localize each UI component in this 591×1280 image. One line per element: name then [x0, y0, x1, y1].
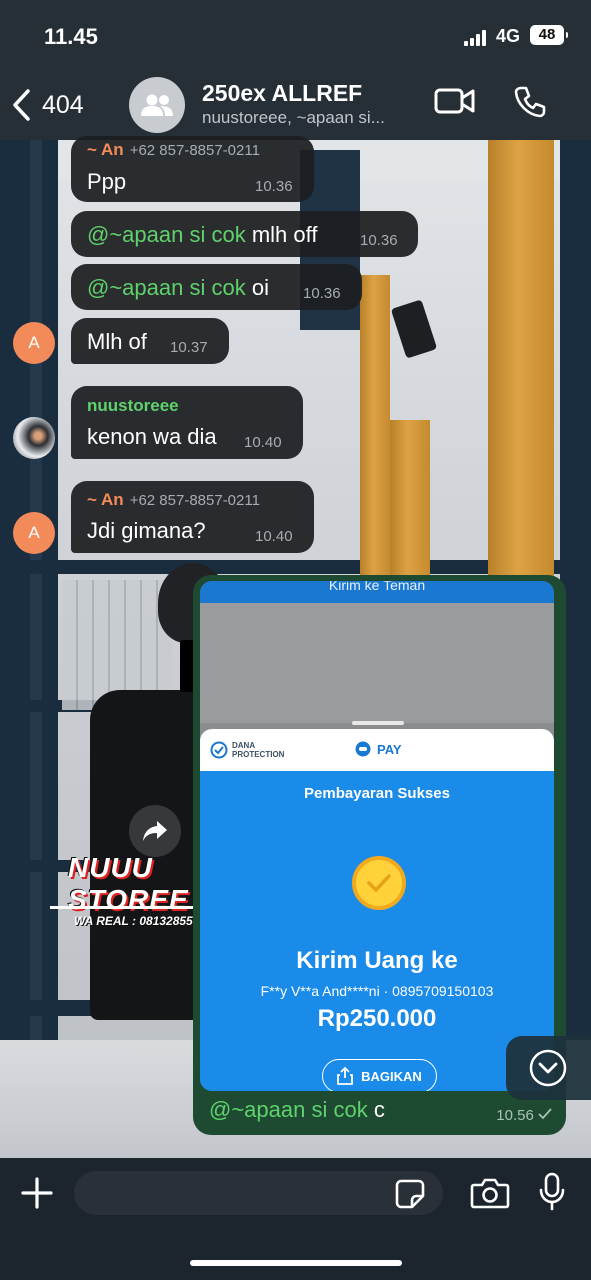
message-time: 10.56 — [496, 1107, 552, 1124]
message-time: 10.37 — [170, 339, 208, 356]
check-icon — [538, 1108, 552, 1120]
status-bar: 11.45 4G 48 — [0, 0, 591, 72]
payment-screenshot[interactable]: Kirim ke Teman DANA PROTECTION PAY Pemba… — [200, 581, 554, 1091]
share-button: BAGIKAN — [322, 1059, 437, 1091]
forward-button[interactable] — [129, 805, 181, 857]
mention-link[interactable]: @~apaan si cok — [87, 222, 246, 247]
message-text: Ppp — [87, 169, 127, 194]
message-text: kenon wa dia — [87, 424, 217, 449]
group-avatar[interactable] — [129, 77, 185, 133]
signal-icon — [464, 30, 490, 46]
transfer-amount: Rp250.000 — [317, 1005, 437, 1032]
message-bubble[interactable]: Mlh of 10.37 — [71, 318, 229, 364]
status-time: 11.45 — [44, 24, 98, 49]
message-time: 10.36 — [360, 232, 398, 249]
chevron-down-icon — [529, 1049, 567, 1087]
mention-link[interactable]: @~apaan si cok — [87, 275, 246, 300]
unread-count: 404 — [42, 90, 84, 119]
transfer-heading: Kirim Uang ke — [296, 947, 458, 974]
chevron-left-icon — [13, 89, 30, 121]
message-input[interactable] — [74, 1171, 443, 1215]
message-text: mlh off — [245, 222, 318, 247]
chat-header: 404 250ex ALLREF nuustoreee, ~apaan si..… — [0, 72, 591, 140]
home-indicator — [190, 1260, 402, 1266]
screenshot-title: Kirim ke Teman — [200, 581, 554, 603]
message-time: 10.40 — [255, 528, 293, 545]
group-icon — [141, 94, 173, 116]
chat-title[interactable]: 250ex ALLREF — [202, 80, 362, 107]
avatar[interactable]: A — [13, 322, 55, 364]
avatar[interactable]: A — [13, 512, 55, 554]
scroll-to-bottom-button[interactable] — [506, 1036, 591, 1100]
message-time: 10.36 — [255, 178, 293, 195]
message-bubble[interactable]: @~apaan si cok mlh off 10.36 — [71, 211, 418, 257]
plus-icon[interactable] — [20, 1176, 54, 1210]
message-bubble[interactable]: ~ An +62 857-8857-0211 Ppp 10.36 — [71, 136, 314, 202]
mention-link[interactable]: @~apaan si cok — [209, 1097, 368, 1122]
pay-label: PAY — [377, 741, 402, 757]
dana-pay-logo: PAY — [355, 741, 402, 757]
dana-protection-badge: DANA PROTECTION — [210, 741, 292, 759]
microphone-icon[interactable] — [538, 1172, 566, 1212]
message-time: 10.36 — [303, 285, 341, 302]
success-coin-icon — [352, 856, 406, 910]
message-text: Jdi gimana? — [87, 518, 206, 543]
camera-icon[interactable] — [470, 1177, 510, 1209]
caption-text: c — [367, 1097, 385, 1122]
forward-icon — [143, 821, 167, 841]
shield-check-icon — [210, 741, 228, 759]
network-type: 4G — [496, 26, 521, 46]
image-caption: @~apaan si cok c — [209, 1097, 385, 1123]
dana-logo-icon — [355, 741, 371, 757]
protection-label: DANA PROTECTION — [232, 741, 285, 759]
video-camera-icon[interactable] — [433, 84, 477, 118]
battery-indicator: 48 — [530, 25, 568, 45]
message-sender: nuustoreee — [87, 396, 179, 415]
avatar[interactable] — [13, 417, 55, 459]
payment-status: Pembayaran Sukses — [304, 785, 450, 802]
share-icon — [337, 1067, 354, 1085]
sticker-icon[interactable] — [395, 1179, 425, 1209]
message-time: 10.40 — [244, 434, 282, 451]
chat-participants[interactable]: nuustoreee, ~apaan si... — [202, 108, 385, 128]
sender-phone: +62 857-8857-0211 — [129, 492, 260, 509]
message-bubble[interactable]: nuustoreee kenon wa dia 10.40 — [71, 386, 303, 459]
sender-phone: +62 857-8857-0211 — [129, 142, 260, 159]
message-text: Mlh of — [87, 329, 147, 354]
message-bubble[interactable]: ~ An +62 857-8857-0211 Jdi gimana? 10.40 — [71, 481, 314, 553]
back-button[interactable]: 404 — [10, 80, 84, 130]
message-bubble[interactable]: @~apaan si cok oi 10.36 — [71, 264, 362, 310]
receipt-sheet: DANA PROTECTION PAY Pembayaran Sukses Ki… — [200, 729, 554, 1091]
sheet-handle — [352, 721, 404, 725]
message-input-bar — [0, 1158, 591, 1280]
message-sender: ~ An — [87, 490, 124, 509]
message-sender: ~ An — [87, 140, 124, 159]
message-text: oi — [245, 275, 269, 300]
phone-icon[interactable] — [512, 84, 548, 120]
recipient-info: F**y V**a And****ni · 0895709150103 — [260, 983, 494, 999]
share-label: BAGIKAN — [361, 1068, 422, 1084]
